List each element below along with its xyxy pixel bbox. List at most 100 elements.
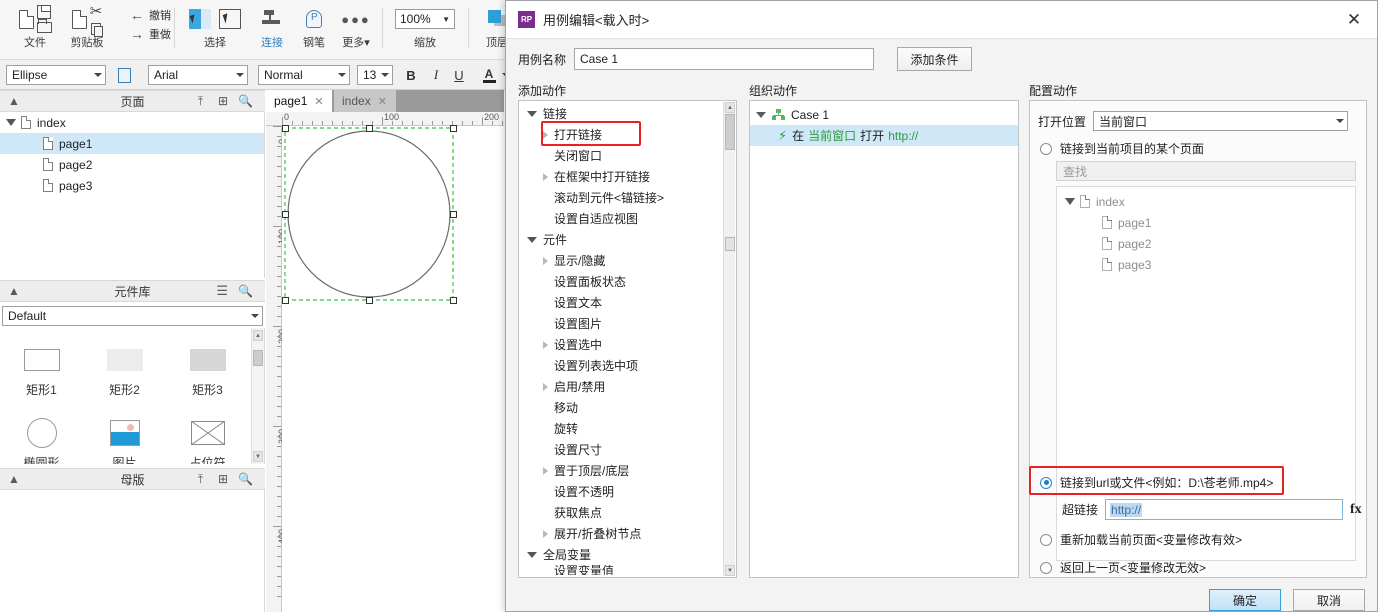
config-page-item-page3[interactable]: page3 bbox=[1057, 254, 1355, 275]
add-folder-icon[interactable]: ⊞ bbox=[218, 94, 228, 108]
widget-item-矩形3[interactable]: 矩形3 bbox=[166, 334, 249, 407]
action-item-链接[interactable]: 链接 bbox=[519, 103, 722, 124]
tab-page1[interactable]: page1 ✕ bbox=[266, 90, 332, 112]
chevron-right-icon[interactable] bbox=[543, 529, 548, 538]
action-item-元件[interactable]: 元件 bbox=[519, 229, 722, 250]
resize-handle-nw[interactable] bbox=[282, 125, 289, 132]
case-name-input[interactable]: Case 1 bbox=[574, 48, 875, 70]
widget-library-combo[interactable]: Default bbox=[2, 306, 263, 326]
pages-tree-item-page1[interactable]: page1 bbox=[0, 133, 264, 154]
radio-go-back[interactable]: 返回上一页<变量修改无效> bbox=[1040, 559, 1206, 576]
action-item-滚动到元件<锚链接>[interactable]: 滚动到元件<锚链接> bbox=[519, 187, 722, 208]
action-item-设置选中[interactable]: 设置选中 bbox=[519, 334, 722, 355]
style-manager-button[interactable] bbox=[113, 64, 135, 86]
chevron-right-icon[interactable] bbox=[543, 172, 548, 181]
action-item-显示/隐藏[interactable]: 显示/隐藏 bbox=[519, 250, 722, 271]
action-item-设置变量值[interactable]: 设置变量值 bbox=[519, 565, 722, 575]
ok-button[interactable]: 确定 bbox=[1209, 589, 1281, 611]
search-icon[interactable]: 🔍 bbox=[238, 472, 253, 486]
radio-link-to-page[interactable]: 链接到当前项目的某个页面 bbox=[1040, 140, 1204, 157]
resize-handle-n[interactable] bbox=[366, 125, 373, 132]
text-color-button[interactable]: A bbox=[478, 64, 500, 86]
widget-item-矩形1[interactable]: 矩形1 bbox=[0, 334, 83, 407]
tab-index[interactable]: index ✕ bbox=[334, 90, 396, 112]
scroll-down-arrow[interactable]: ▼ bbox=[725, 565, 735, 576]
pen-icon[interactable] bbox=[306, 10, 322, 28]
action-item-启用/禁用[interactable]: 启用/禁用 bbox=[519, 376, 722, 397]
resize-handle-se[interactable] bbox=[450, 297, 457, 304]
action-item-设置面板状态[interactable]: 设置面板状态 bbox=[519, 271, 722, 292]
open-location-combo[interactable]: 当前窗口 bbox=[1093, 111, 1349, 131]
underline-button[interactable]: U bbox=[448, 64, 470, 86]
close-icon[interactable]: ✕ bbox=[314, 95, 323, 108]
font-size-combo[interactable]: 13 bbox=[357, 65, 393, 85]
action-item-旋转[interactable]: 旋转 bbox=[519, 418, 722, 439]
menu-icon[interactable]: ☰ bbox=[216, 283, 228, 299]
organize-case-row[interactable]: Case 1 bbox=[750, 104, 1018, 125]
search-icon[interactable]: 🔍 bbox=[238, 94, 253, 108]
add-condition-button[interactable]: 添加条件 bbox=[897, 47, 973, 71]
action-item-设置尺寸[interactable]: 设置尺寸 bbox=[519, 439, 722, 460]
ribbon-group-clipboard[interactable]: ✂ 剪贴板 bbox=[48, 2, 126, 58]
widget-item-占位符[interactable]: 占位符 bbox=[166, 407, 249, 464]
chevron-down-icon[interactable] bbox=[527, 551, 537, 558]
pages-tree-item-page3[interactable]: page3 bbox=[0, 175, 264, 196]
action-item-置于顶层/底层[interactable]: 置于顶层/底层 bbox=[519, 460, 722, 481]
resize-handle-s[interactable] bbox=[366, 297, 373, 304]
widget-item-矩形2[interactable]: 矩形2 bbox=[83, 334, 166, 407]
copy-icon[interactable] bbox=[90, 22, 103, 37]
zoom-combo[interactable]: 100% ▼ bbox=[395, 9, 455, 29]
action-tree-list[interactable]: 链接 打开链接 关闭窗口 在框架中打开链接 滚动到元件<锚链接> 设置自适应视图 元件 显示/… bbox=[518, 100, 737, 578]
chevron-down-icon[interactable] bbox=[527, 236, 537, 243]
fx-button[interactable]: fx bbox=[1350, 502, 1362, 518]
chevron-right-icon[interactable] bbox=[543, 256, 548, 265]
bold-button[interactable]: B bbox=[400, 64, 422, 86]
add-master-folder-icon[interactable]: ⊞ bbox=[218, 472, 228, 486]
chevron-right-icon[interactable] bbox=[543, 466, 548, 475]
font-style-combo[interactable]: Normal bbox=[258, 65, 350, 85]
connector-icon[interactable] bbox=[262, 10, 282, 28]
action-item-全局变量[interactable]: 全局变量 bbox=[519, 544, 722, 565]
resize-handle-ne[interactable] bbox=[450, 125, 457, 132]
chevron-right-icon[interactable] bbox=[543, 382, 548, 391]
cancel-button[interactable]: 取消 bbox=[1293, 589, 1365, 611]
radio-button[interactable] bbox=[1040, 142, 1052, 155]
ribbon-group-connector[interactable]: 连接 bbox=[250, 2, 294, 58]
select-mode-icon[interactable] bbox=[189, 9, 211, 29]
more-dots-icon[interactable]: ●●● bbox=[341, 12, 371, 27]
close-icon[interactable]: ✕ bbox=[378, 95, 387, 108]
expand-triangle-icon[interactable] bbox=[6, 119, 16, 126]
select-marquee-icon[interactable] bbox=[219, 9, 241, 29]
widget-item-图片[interactable]: 图片 bbox=[83, 407, 166, 464]
radio-button[interactable] bbox=[1040, 561, 1052, 574]
scroll-thumb[interactable] bbox=[253, 350, 263, 366]
action-item-打开链接[interactable]: 打开链接 bbox=[519, 124, 722, 145]
scroll-down-arrow[interactable]: ▼ bbox=[253, 451, 263, 462]
search-icon[interactable]: 🔍 bbox=[238, 284, 253, 298]
action-item-设置文本[interactable]: 设置文本 bbox=[519, 292, 722, 313]
pages-tree[interactable]: index page1 page2 page3 bbox=[0, 112, 265, 278]
action-item-移动[interactable]: 移动 bbox=[519, 397, 722, 418]
scroll-thumb[interactable] bbox=[725, 114, 735, 150]
undo-button[interactable]: ← 撤销 bbox=[130, 5, 171, 24]
chevron-right-icon[interactable] bbox=[543, 340, 548, 349]
ribbon-group-select[interactable]: 选择 bbox=[180, 2, 250, 58]
config-page-item-page2[interactable]: page2 bbox=[1057, 233, 1355, 254]
expand-triangle-icon[interactable] bbox=[1065, 198, 1075, 205]
organize-action-list[interactable]: Case 1 ⚡ 在 当前窗口 打开 http:// bbox=[749, 100, 1019, 578]
config-page-item-index[interactable]: index bbox=[1057, 191, 1355, 212]
radio-link-to-url[interactable]: 链接到url或文件<例如：D:\苍老师.mp4> bbox=[1040, 474, 1273, 491]
action-item-设置列表选中项[interactable]: 设置列表选中项 bbox=[519, 355, 722, 376]
radio-button[interactable] bbox=[1040, 476, 1052, 489]
pages-tree-item-page2[interactable]: page2 bbox=[0, 154, 264, 175]
widget-item-椭圆形[interactable]: 椭圆形 bbox=[0, 407, 83, 464]
action-item-设置图片[interactable]: 设置图片 bbox=[519, 313, 722, 334]
italic-button[interactable]: I bbox=[425, 64, 447, 86]
scroll-up-arrow[interactable]: ▲ bbox=[725, 102, 735, 113]
hyperlink-input[interactable]: http:// bbox=[1105, 499, 1344, 520]
canvas[interactable] bbox=[282, 125, 504, 612]
action-item-关闭窗口[interactable]: 关闭窗口 bbox=[519, 145, 722, 166]
ribbon-group-more[interactable]: ●●● 更多▾ bbox=[332, 2, 380, 58]
action-item-在框架中打开链接[interactable]: 在框架中打开链接 bbox=[519, 166, 722, 187]
ellipse-shape[interactable] bbox=[282, 126, 504, 346]
